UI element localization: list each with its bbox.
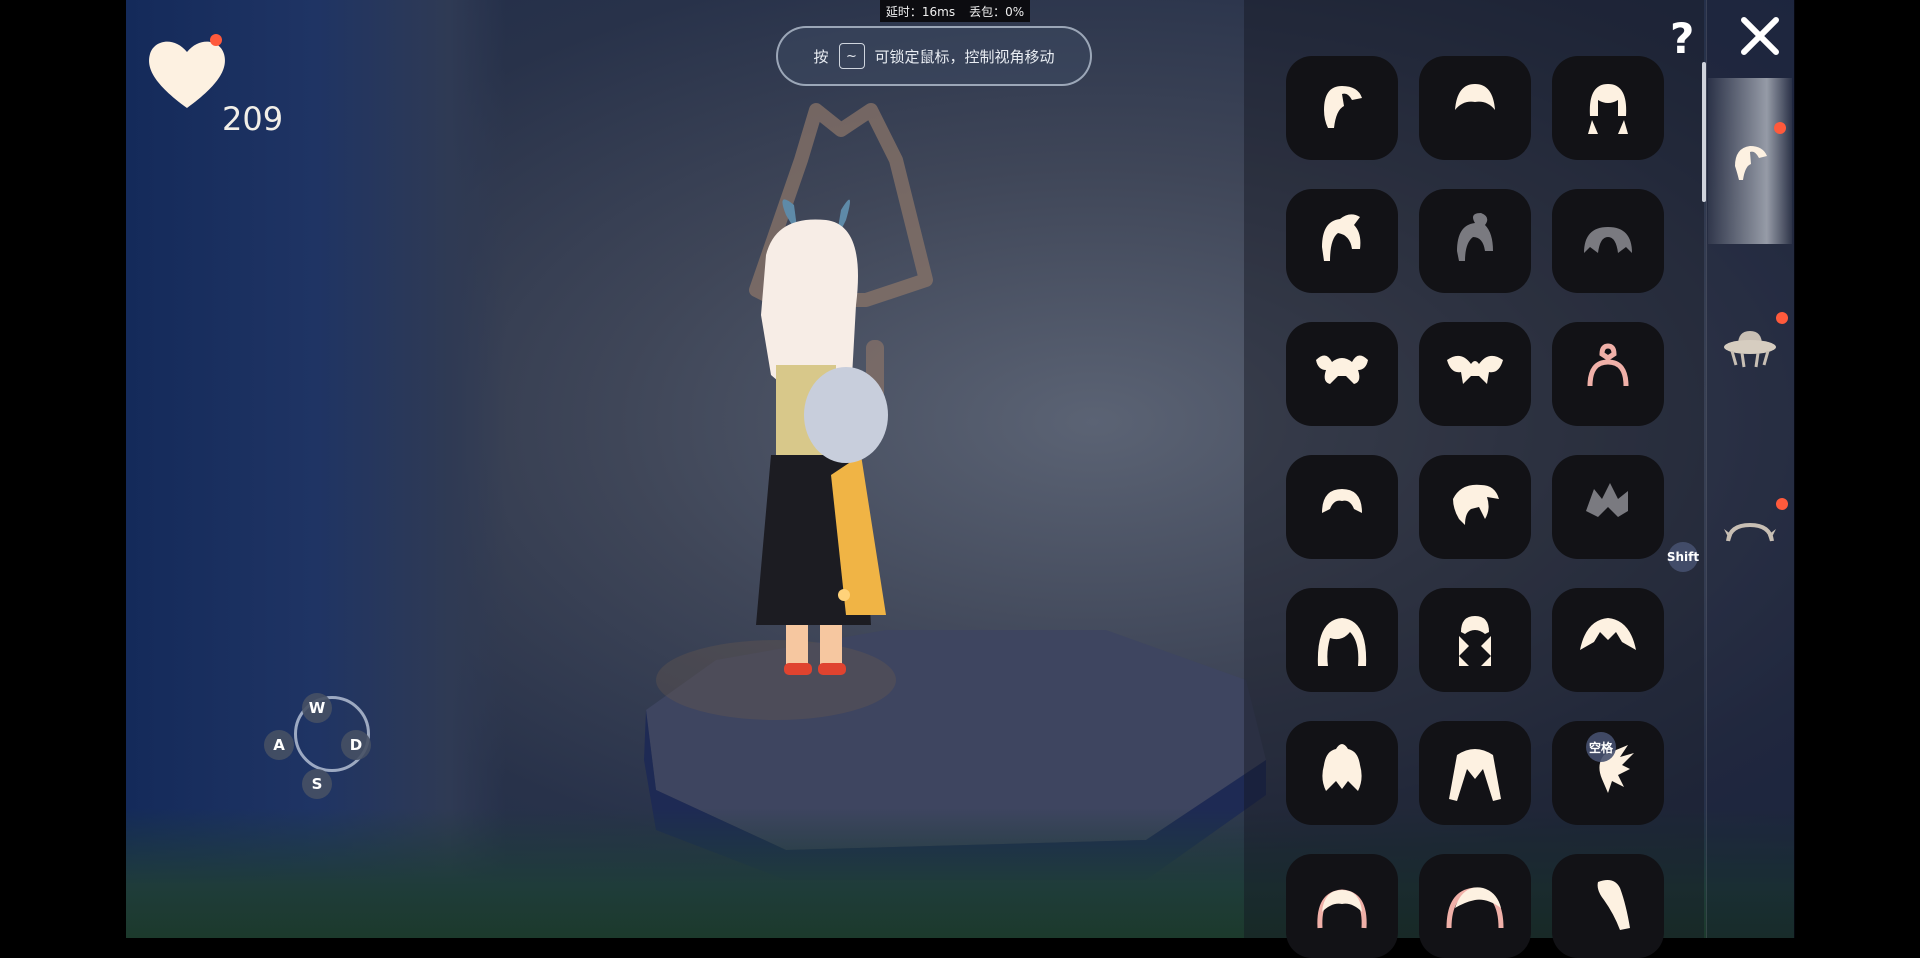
hair-item-slot[interactable] — [1286, 455, 1398, 559]
packet-loss-text: 丢包：0% — [969, 4, 1025, 19]
hint-text: 可锁定鼠标，控制视角移动 — [874, 47, 1055, 66]
tab-horns-notification — [1776, 498, 1788, 510]
hair-item-slot[interactable] — [1286, 588, 1398, 692]
hair-braids-icon — [1459, 616, 1491, 666]
player-character — [756, 199, 888, 675]
hint-prefix: 按 — [813, 47, 829, 66]
hair-item-slot[interactable] — [1419, 455, 1531, 559]
latency-text: 延时：16ms — [885, 4, 956, 19]
hair-ponytail-icon — [1322, 214, 1361, 261]
hair-headband-icon — [1587, 343, 1629, 387]
key-s[interactable]: S — [302, 769, 332, 799]
hair-item-slot[interactable] — [1286, 56, 1398, 160]
hair-item-slot[interactable] — [1552, 189, 1664, 293]
tab-hat-notification — [1776, 312, 1788, 324]
close-icon[interactable] — [1736, 14, 1784, 58]
hair-item-slot[interactable] — [1286, 854, 1398, 958]
hair-item-slot[interactable] — [1552, 455, 1664, 559]
mouse-lock-hint: 按 ~ 可锁定鼠标，控制视角移动 — [776, 26, 1092, 86]
hair-item-slot[interactable] — [1552, 56, 1664, 160]
network-stats: 延时：16ms 丢包：0% — [880, 0, 1030, 22]
hair-bowl-icon — [1322, 489, 1362, 513]
key-d[interactable]: D — [341, 730, 371, 760]
hair-swoop-icon — [1453, 484, 1499, 525]
hair-pointed-icon — [1580, 618, 1636, 650]
heart-currency-icon — [149, 34, 225, 108]
horns-icon — [1724, 522, 1776, 542]
space-key-badge: 空格 — [1586, 732, 1616, 762]
hair-item-slot[interactable] — [1286, 721, 1398, 825]
tab-hair-notification — [1774, 122, 1786, 134]
hair-bob-icon — [1317, 618, 1367, 666]
hat-icon — [1724, 331, 1776, 368]
help-button[interactable]: ? — [1670, 14, 1694, 63]
hair-spiky-icon — [1586, 483, 1628, 517]
hair-sidetail-icon — [1324, 86, 1362, 128]
hair-item-slot[interactable] — [1419, 721, 1531, 825]
hair-item-slot[interactable] — [1419, 56, 1531, 160]
hair-long-icon — [1449, 749, 1501, 801]
heart-count: 209 — [222, 100, 284, 138]
hair-side-sweep-icon — [1597, 880, 1630, 930]
hair-item-slot[interactable] — [1419, 322, 1531, 426]
hair-twin-bun-icon — [1584, 227, 1632, 253]
hair-short-icon — [1455, 84, 1495, 110]
hair-long-band-icon — [1446, 887, 1504, 929]
hair-bow-icon — [1447, 355, 1503, 384]
hair-item-slot[interactable] — [1419, 588, 1531, 692]
hair-item-slot[interactable] — [1419, 189, 1531, 293]
tab-horns[interactable] — [1708, 450, 1792, 616]
hair-bun-icon — [1457, 213, 1493, 261]
hair-band-icon — [1317, 889, 1367, 929]
hair-item-slot[interactable] — [1552, 588, 1664, 692]
tilde-key-icon: ~ — [838, 43, 865, 69]
hair-item-slot[interactable] — [1552, 854, 1664, 958]
hair-item-slot[interactable] — [1286, 189, 1398, 293]
shift-key-badge: Shift — [1667, 542, 1699, 572]
hair-item-slot[interactable] — [1419, 854, 1531, 958]
hair-pigtails-icon — [1588, 84, 1628, 134]
hair-pom-pom-icon — [1316, 355, 1368, 384]
hair-icon — [1735, 146, 1767, 180]
hair-item-slot[interactable] — [1286, 322, 1398, 426]
tab-hair[interactable] — [1708, 78, 1792, 244]
key-a[interactable]: A — [264, 730, 294, 760]
tab-hat[interactable] — [1708, 264, 1792, 430]
key-w[interactable]: W — [302, 693, 332, 723]
hair-item-slot[interactable] — [1552, 322, 1664, 426]
hair-topknot-icon — [1322, 744, 1362, 791]
